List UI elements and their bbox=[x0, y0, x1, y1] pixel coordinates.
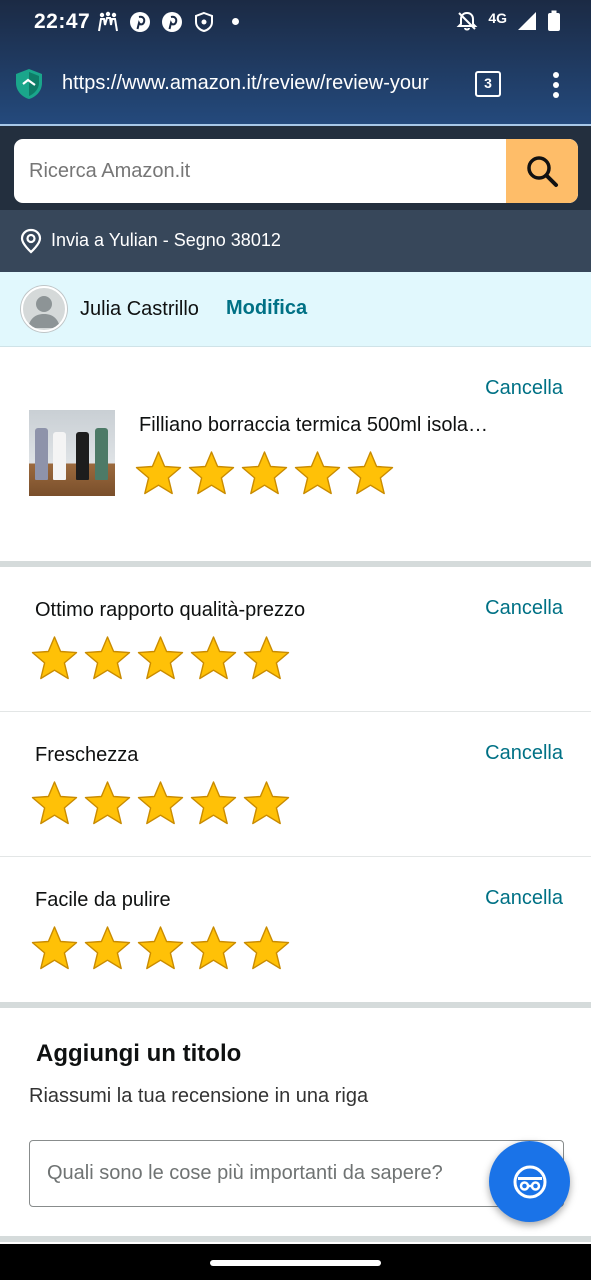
star-icon[interactable] bbox=[132, 449, 185, 499]
star-icon[interactable] bbox=[187, 924, 240, 974]
star-icon[interactable] bbox=[291, 449, 344, 499]
system-navigation-bar bbox=[0, 1244, 591, 1280]
star-icon[interactable] bbox=[81, 779, 134, 829]
search-input[interactable] bbox=[14, 139, 506, 203]
section-divider bbox=[0, 1236, 591, 1242]
url-bar[interactable]: https://www.amazon.it/review/review-your… bbox=[0, 52, 591, 116]
attribute-block-value: Ottimo rapporto qualità-prezzo Cancella bbox=[0, 567, 591, 712]
pinterest-icon bbox=[130, 12, 150, 32]
delivery-bar[interactable]: Invia a Yulian - Segno 38012 bbox=[0, 210, 591, 272]
section-heading: Aggiungi un titolo bbox=[36, 1040, 242, 1067]
attribute-block-freshness: Freschezza Cancella bbox=[0, 712, 591, 857]
attribute-block-easy-clean: Facile da pulire Cancella bbox=[0, 857, 591, 1002]
star-icon[interactable] bbox=[240, 924, 293, 974]
search-icon bbox=[527, 156, 558, 187]
notifications-off-icon bbox=[456, 11, 478, 31]
attribute-cancel-link[interactable]: Cancella bbox=[485, 742, 563, 765]
signal-icon bbox=[518, 12, 536, 30]
search-header bbox=[0, 126, 591, 210]
avatar bbox=[21, 286, 67, 332]
people-activity-icon bbox=[98, 11, 118, 32]
home-gesture-pill[interactable] bbox=[210, 1260, 381, 1266]
attribute-label: Ottimo rapporto qualità-prezzo bbox=[35, 599, 306, 621]
search-button[interactable] bbox=[506, 139, 578, 203]
product-image bbox=[29, 410, 115, 496]
search-box bbox=[14, 139, 578, 203]
star-icon[interactable] bbox=[240, 634, 293, 684]
star-icon[interactable] bbox=[81, 924, 134, 974]
attribute-star-rating[interactable] bbox=[28, 634, 293, 684]
product-title: Filliano borraccia termica 500ml isola… bbox=[139, 414, 489, 436]
bottle-purple bbox=[35, 428, 48, 480]
review-title-input[interactable] bbox=[29, 1140, 564, 1207]
star-icon[interactable] bbox=[187, 634, 240, 684]
section-subtext: Riassumi la tua recensione in una riga bbox=[29, 1085, 369, 1107]
star-icon[interactable] bbox=[28, 634, 81, 684]
product-rating-section: Cancella Filliano borraccia termica 500m… bbox=[0, 347, 591, 561]
product-star-rating[interactable] bbox=[132, 449, 397, 499]
star-icon[interactable] bbox=[134, 634, 187, 684]
battery-icon bbox=[548, 10, 560, 31]
star-icon[interactable] bbox=[134, 924, 187, 974]
bottle-white bbox=[53, 432, 66, 480]
user-avatar-icon bbox=[28, 296, 60, 328]
pinterest-icon-2 bbox=[162, 12, 182, 32]
url-text[interactable]: https://www.amazon.it/review/review-your bbox=[62, 72, 450, 95]
incognito-fab-button[interactable] bbox=[489, 1141, 570, 1222]
status-bar: 22:47 4G bbox=[0, 0, 591, 44]
overflow-menu-icon[interactable] bbox=[546, 70, 566, 100]
star-icon[interactable] bbox=[240, 779, 293, 829]
tab-switcher-button[interactable]: 3 bbox=[475, 71, 501, 97]
incognito-mask-icon bbox=[513, 1165, 546, 1198]
star-icon[interactable] bbox=[81, 634, 134, 684]
bottle-green bbox=[95, 428, 108, 480]
attribute-star-rating[interactable] bbox=[28, 779, 293, 829]
edit-profile-link[interactable]: Modifica bbox=[226, 297, 307, 320]
star-icon[interactable] bbox=[28, 924, 81, 974]
network-type: 4G bbox=[488, 10, 507, 26]
attribute-label: Freschezza bbox=[35, 744, 139, 766]
attribute-star-rating[interactable] bbox=[28, 924, 293, 974]
browser-shield-icon[interactable] bbox=[14, 68, 44, 100]
product-cancel-link[interactable]: Cancella bbox=[485, 377, 563, 400]
delivery-address[interactable]: Invia a Yulian - Segno 38012 bbox=[51, 230, 281, 251]
reviewer-name: Julia Castrillo bbox=[80, 298, 199, 320]
bottle-black bbox=[76, 432, 89, 480]
star-icon[interactable] bbox=[134, 779, 187, 829]
star-icon[interactable] bbox=[344, 449, 397, 499]
star-icon[interactable] bbox=[185, 449, 238, 499]
browser-chrome: 22:47 4G https://www.amazon.it/review/re… bbox=[0, 0, 591, 126]
status-time: 22:47 bbox=[34, 10, 91, 33]
location-pin-icon bbox=[20, 228, 42, 254]
attribute-cancel-link[interactable]: Cancella bbox=[485, 597, 563, 620]
star-icon[interactable] bbox=[187, 779, 240, 829]
reviewer-bar: Julia Castrillo Modifica bbox=[0, 272, 591, 347]
star-icon[interactable] bbox=[28, 779, 81, 829]
notification-dot bbox=[232, 18, 239, 25]
attribute-cancel-link[interactable]: Cancella bbox=[485, 887, 563, 910]
attribute-label: Facile da pulire bbox=[35, 889, 171, 911]
vpn-shield-icon bbox=[195, 11, 213, 33]
star-icon[interactable] bbox=[238, 449, 291, 499]
